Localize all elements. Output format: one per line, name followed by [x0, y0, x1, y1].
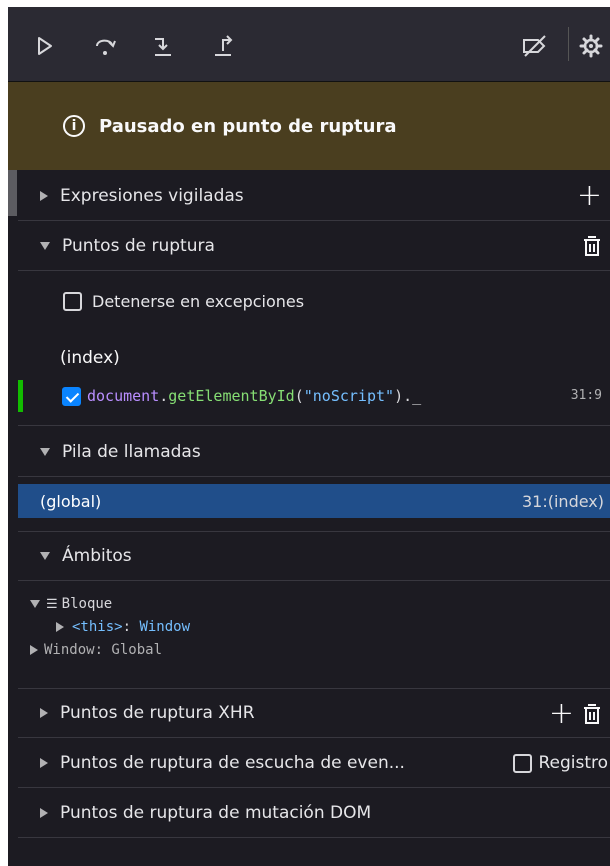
- step-out-icon[interactable]: [208, 31, 238, 61]
- expanded-triangle-icon: [40, 552, 50, 560]
- scope-this-row[interactable]: <this>: Window: [18, 616, 610, 638]
- scopes-header[interactable]: Ámbitos: [18, 531, 610, 581]
- this-name: <this>: [72, 619, 123, 635]
- breakpoint-marker: [18, 380, 23, 412]
- frame-location: 31:(index): [521, 491, 604, 511]
- watch-expressions-header[interactable]: Expresiones vigiladas +: [18, 171, 610, 221]
- breakpoint-item[interactable]: document.getElementById("noScript")._ 31…: [18, 376, 610, 426]
- scope-block-row[interactable]: ☰ Bloque: [18, 593, 610, 615]
- log-events-checkbox[interactable]: [513, 753, 533, 773]
- scope-block-label: Bloque: [61, 596, 113, 612]
- callstack-title: Pila de llamadas: [62, 441, 201, 462]
- dom-mutation-breakpoints-title: Puntos de ruptura de mutación DOM: [60, 802, 372, 823]
- add-xhr-breakpoint-icon[interactable]: +: [549, 699, 574, 729]
- this-value: Window: [139, 619, 191, 635]
- expanded-triangle-icon: [40, 447, 50, 456]
- collapsed-triangle-icon: [40, 757, 48, 768]
- frame-name: (global): [40, 491, 102, 511]
- info-icon: i: [63, 115, 85, 137]
- event-listener-breakpoints-title: Puntos de ruptura de escucha de even...: [60, 752, 405, 773]
- event-listener-breakpoints-header[interactable]: Puntos de ruptura de escucha de even... …: [18, 738, 610, 788]
- paused-banner: i Pausado en punto de ruptura: [8, 82, 610, 170]
- add-watch-expression-icon[interactable]: +: [577, 181, 602, 211]
- expanded-triangle-icon: [30, 600, 40, 608]
- pause-on-exceptions-row[interactable]: Detenerse en excepciones: [18, 279, 610, 323]
- xhr-breakpoints-header[interactable]: Puntos de ruptura XHR +: [18, 688, 610, 738]
- collapsed-triangle-icon: [56, 622, 64, 632]
- collapsed-triangle-icon: [30, 645, 38, 655]
- breakpoints-header[interactable]: Puntos de ruptura: [18, 221, 610, 271]
- breakpoints-title: Puntos de ruptura: [62, 235, 215, 256]
- scopes-title: Ámbitos: [62, 546, 132, 566]
- watch-expressions-title: Expresiones vigiladas: [60, 185, 244, 206]
- pause-on-exceptions-checkbox[interactable]: [63, 291, 82, 311]
- paused-message: Pausado en punto de ruptura: [99, 115, 397, 137]
- step-in-icon[interactable]: [148, 31, 178, 61]
- resume-icon[interactable]: [30, 31, 60, 61]
- breakpoint-enabled-checkbox[interactable]: [62, 387, 81, 406]
- collapsed-triangle-icon: [40, 190, 48, 201]
- toolbar-separator: [568, 27, 569, 61]
- dom-mutation-breakpoints-header[interactable]: Puntos de ruptura de mutación DOM: [18, 788, 610, 838]
- callstack-frame[interactable]: (global) 31:(index): [18, 484, 610, 518]
- breakpoint-source-label: (index): [60, 348, 120, 368]
- remove-all-breakpoints-icon[interactable]: [582, 234, 602, 258]
- step-over-icon[interactable]: [90, 31, 120, 61]
- collapsed-triangle-icon: [40, 708, 48, 718]
- remove-xhr-breakpoints-icon[interactable]: [582, 702, 602, 726]
- block-icon: ☰: [46, 596, 58, 612]
- debugger-panel: i Pausado en punto de ruptura Expresione…: [8, 7, 610, 866]
- callstack-header[interactable]: Pila de llamadas: [18, 427, 610, 477]
- log-events-label: Registro: [538, 753, 608, 773]
- pause-on-exceptions-label: Detenerse en excepciones: [92, 291, 305, 311]
- expanded-triangle-icon: [40, 241, 50, 250]
- scope-window-label: Window: Global: [44, 642, 163, 658]
- settings-icon[interactable]: [576, 31, 606, 61]
- deactivate-breakpoints-icon[interactable]: [520, 31, 550, 61]
- scope-window-row[interactable]: Window: Global: [18, 639, 610, 661]
- breakpoint-source: (index): [18, 340, 610, 376]
- breakpoint-location: 31:9: [570, 388, 602, 403]
- xhr-breakpoints-title: Puntos de ruptura XHR: [60, 703, 255, 723]
- breakpoint-code: document.getElementById("noScript")._: [87, 387, 422, 405]
- debugger-toolbar: [8, 7, 610, 82]
- collapsed-triangle-icon: [40, 807, 48, 818]
